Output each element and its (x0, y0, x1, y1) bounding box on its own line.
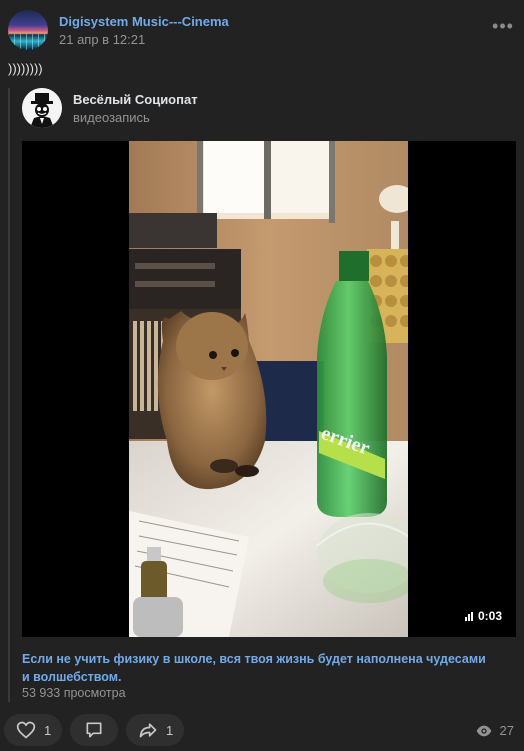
video-player[interactable]: errier 0:03 (22, 141, 516, 637)
post-header: Digisystem Music---Cinema 21 апр в 12:21… (8, 10, 516, 50)
more-icon[interactable]: ••• (492, 17, 514, 38)
repost-header: Весёлый Социопат видеозапись (22, 88, 502, 130)
like-count: 1 (44, 722, 52, 738)
video-caption[interactable]: Если не учить физику в школе, вся твоя ж… (22, 650, 492, 686)
bars-icon (464, 611, 473, 621)
wall-post: Digisystem Music---Cinema 21 апр в 12:21… (0, 0, 524, 751)
post-actions: 1 1 27 (4, 714, 518, 747)
share-icon (139, 723, 157, 738)
heart-icon (16, 721, 36, 739)
comment-button[interactable] (70, 714, 118, 746)
views-count: 27 (499, 723, 514, 738)
post-date[interactable]: 21 апр в 12:21 (59, 32, 145, 47)
repost-avatar[interactable] (22, 88, 62, 128)
sociopath-avatar-icon (22, 88, 62, 128)
video-frame: errier (129, 141, 408, 637)
video-views: 53 933 просмотра (22, 686, 126, 700)
share-button[interactable]: 1 (126, 714, 184, 746)
repost-divider (8, 88, 10, 702)
author-avatar[interactable] (8, 10, 48, 50)
repost-type-label: видеозапись (73, 110, 150, 125)
repost-author-name[interactable]: Весёлый Социопат (73, 92, 198, 107)
duration-label: 0:03 (477, 609, 502, 623)
video-thumbnail: errier (129, 141, 408, 637)
post-text: )))))))) (8, 61, 43, 76)
author-name[interactable]: Digisystem Music---Cinema (59, 14, 229, 29)
eye-icon (476, 725, 491, 736)
video-duration: 0:03 (464, 609, 502, 623)
like-button[interactable]: 1 (4, 714, 62, 746)
share-count: 1 (166, 722, 174, 738)
avatar-grid (8, 34, 48, 50)
comment-icon (86, 722, 102, 738)
views-counter: 27 (476, 723, 514, 738)
